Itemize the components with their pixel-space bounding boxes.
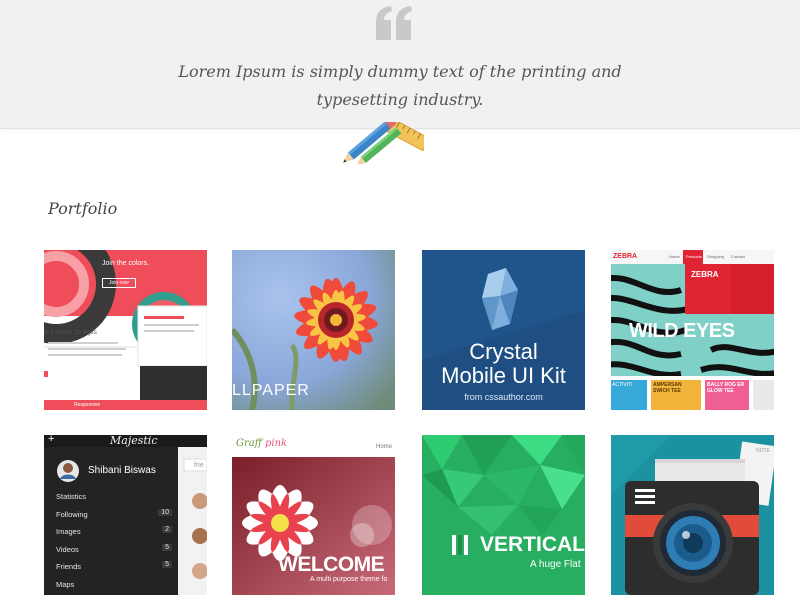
quote-line-2: typesetting industry.	[316, 90, 484, 109]
testimonial-band: Lorem Ipsum is simply dummy text of the …	[0, 0, 800, 129]
zebra-nav-contact: Contact	[731, 254, 745, 259]
majestic-menu-item-images[interactable]: Images 2	[56, 526, 172, 545]
menu-label: Images	[56, 527, 81, 536]
zebra-nav-shopping: Shopping	[707, 254, 724, 259]
portfolio-item-join-the-colors[interactable]: Join the colors. Join now ly 3 colors, 1…	[44, 250, 207, 410]
quote-text: Lorem Ipsum is simply dummy text of the …	[150, 58, 650, 114]
crystal-title-line2: Mobile UI Kit	[441, 363, 566, 388]
portfolio-item-zebra[interactable]: ZEBRA Home Products Shopping Contact ZEB…	[611, 250, 774, 410]
camera-icon	[611, 435, 774, 595]
majestic-plus-icon[interactable]: +	[48, 435, 54, 445]
menu-count-badge: 2	[162, 526, 172, 533]
graff-headline: WELCOME	[278, 553, 385, 576]
vertical-headline: VERTICAL	[480, 533, 585, 556]
graff-nav-home[interactable]: Home	[376, 444, 392, 450]
zebra-nav-products: Products	[686, 254, 702, 259]
vertical-sub: A huge Flat	[530, 559, 581, 570]
join-colors-footer: Responsive	[74, 402, 101, 408]
crystal-credit: from cssauthor.com	[464, 392, 543, 402]
graff-sub: A multi purpose theme fo	[310, 576, 388, 583]
join-colors-headline: Join the colors.	[102, 260, 150, 267]
menu-label: Friends	[56, 562, 82, 571]
graff-brand-b: pink	[265, 438, 288, 449]
menu-label: Statistics	[56, 492, 87, 501]
majestic-menu-item-statistics[interactable]: Statistics	[56, 492, 172, 510]
zebra-logo: ZEBRA	[691, 270, 719, 279]
menu-label: Maps	[56, 579, 75, 589]
majestic-menu-item-videos[interactable]: Videos 5	[56, 543, 172, 563]
join-colors-button: Join now	[102, 278, 136, 288]
zebra-sub-1: ACTIVITI	[612, 382, 633, 388]
zebra-sub-3: BALLY ROG ER GLOW TEE	[707, 382, 745, 394]
portfolio-item-crystal-ui-kit[interactable]: Crystal Mobile UI Kit from cssauthor.com	[422, 250, 585, 410]
menu-count-badge: 10	[158, 508, 172, 516]
majestic-title: Majestic	[110, 435, 158, 447]
quote-line-1: Lorem Ipsum is simply dummy text of the …	[178, 62, 622, 81]
portfolio-item-majestic-app[interactable]: + Majestic Shibani Biswas frie Statistic…	[44, 435, 207, 595]
pencil-ruler-icon	[343, 122, 424, 164]
crystal-title-line1: Crystal	[469, 339, 538, 364]
majestic-menu-item-maps[interactable]: Maps	[56, 580, 172, 596]
majestic-user-name: Shibani Biswas	[88, 465, 156, 476]
menu-count-badge: 5	[162, 561, 172, 568]
portfolio-item-camera[interactable]: NOTE	[611, 435, 774, 595]
zebra-brand: ZEBRA	[613, 253, 638, 260]
camera-note-label: NOTE	[756, 448, 770, 454]
menu-label: Following	[56, 509, 88, 519]
quote-icon	[376, 6, 412, 40]
portfolio-item-graff-pink[interactable]: Graff pink Home WELCOME A multi purpose …	[232, 435, 395, 595]
graff-brand: Graff pink	[236, 438, 287, 449]
majestic-menu-item-following[interactable]: Following 10	[56, 508, 172, 528]
join-colors-caption: ly 3 colors, 10 digits	[44, 330, 97, 336]
majestic-menu: Statistics Following 10 Images 2 Videos 5 F…	[56, 492, 172, 595]
zebra-nav-home: Home	[669, 254, 680, 259]
graff-brand-a: Graff	[236, 438, 262, 449]
portfolio-item-vertical[interactable]: VERTICAL A huge Flat	[422, 435, 585, 595]
portfolio-item-flower-wallpaper[interactable]: LLPAPER	[232, 250, 395, 410]
flower-caption: LLPAPER	[232, 382, 310, 399]
vertical-artwork	[422, 435, 585, 595]
zebra-headline: WILD EYES	[629, 320, 735, 342]
menu-label: Videos	[56, 544, 79, 554]
zebra-sub-2: AMPERSAN SWICH TEE	[653, 382, 682, 394]
portfolio-heading: Portfolio	[48, 199, 118, 218]
menu-count-badge: 5	[162, 543, 172, 551]
majestic-menu-item-friends[interactable]: Friends 5	[56, 561, 172, 580]
majestic-search-input[interactable]: frie	[194, 462, 204, 469]
